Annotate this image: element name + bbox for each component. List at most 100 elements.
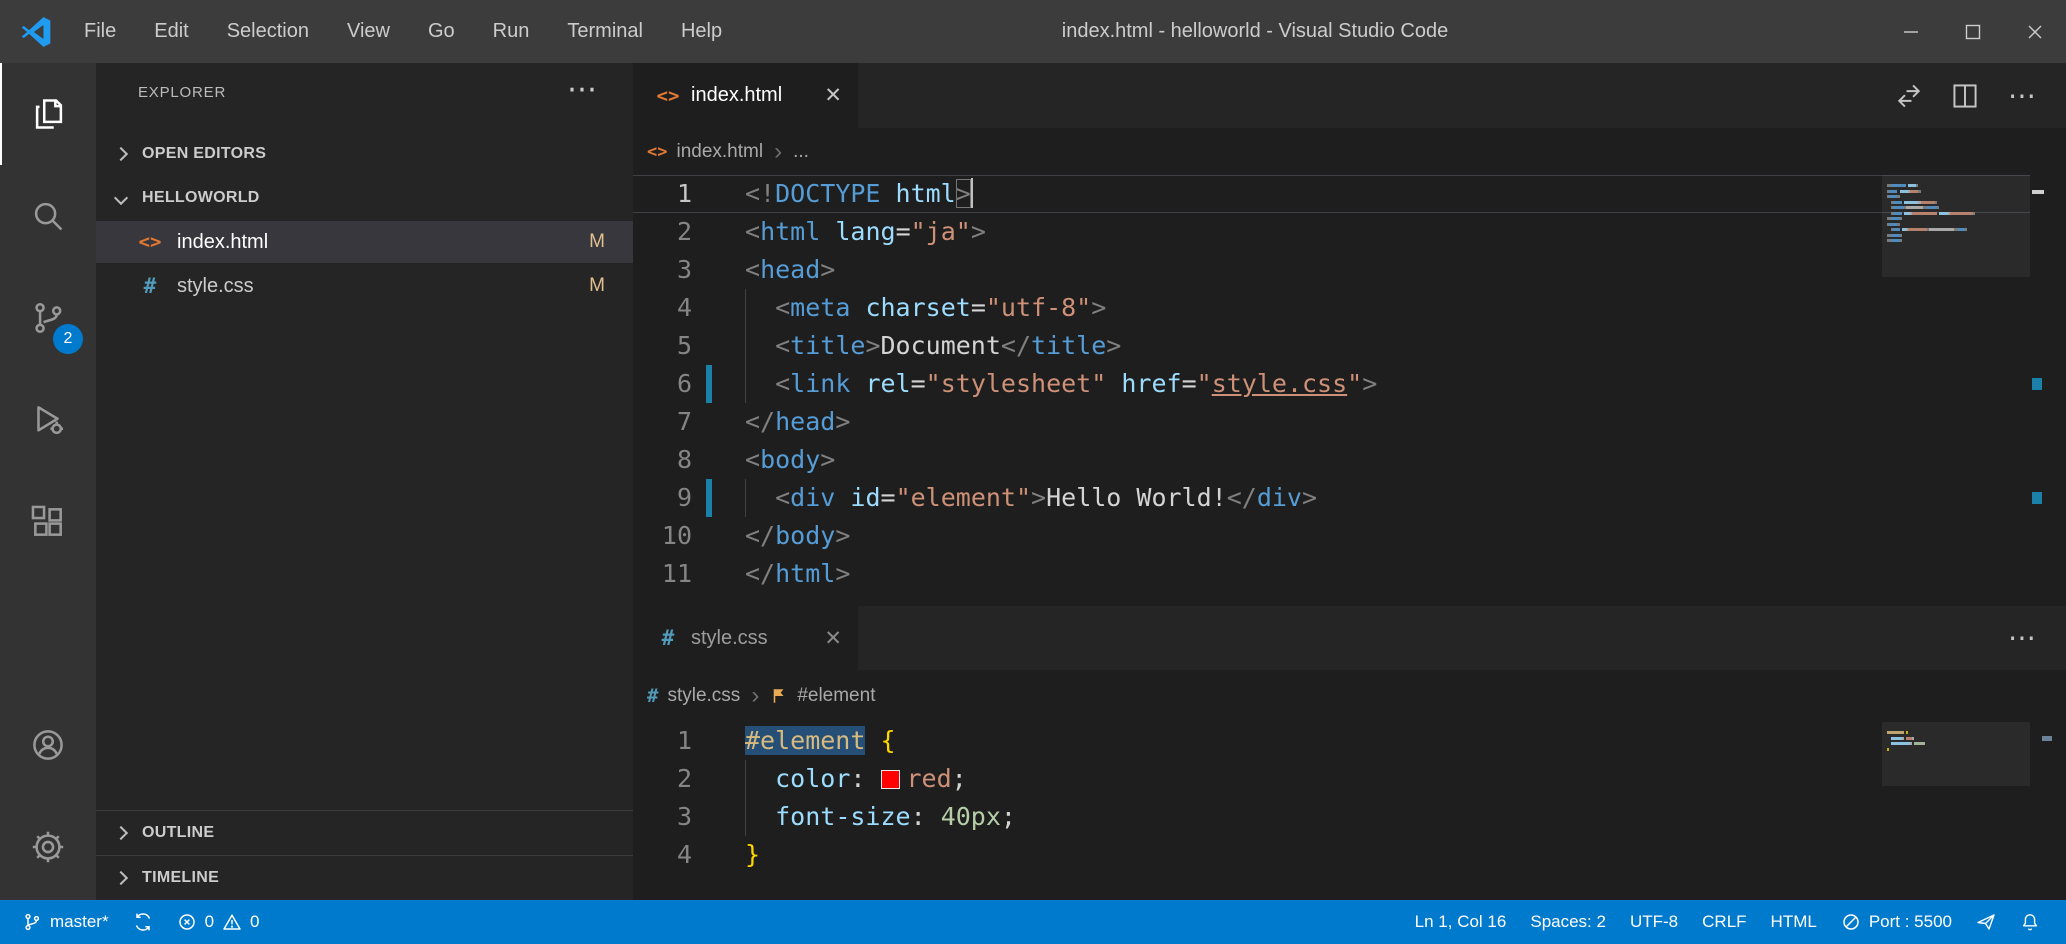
code-line[interactable]: 2 color: red; — [633, 760, 2030, 798]
file-item-index-html[interactable]: <> index.html M — [96, 221, 633, 263]
code-token: 40px — [941, 802, 1001, 831]
tab-close-icon[interactable]: ✕ — [824, 83, 842, 108]
feedback-button[interactable] — [1964, 900, 2008, 944]
minimap-token — [1939, 212, 1947, 215]
code-token: title — [790, 331, 865, 360]
activity-settings[interactable] — [0, 796, 96, 898]
chevron-right-icon — [114, 871, 128, 885]
sidebar-title: EXPLORER — [138, 84, 226, 101]
menu-view[interactable]: View — [328, 0, 409, 63]
problems-status[interactable]: 0 0 — [165, 900, 272, 944]
sync-changes-button[interactable] — [121, 900, 165, 944]
activity-extensions[interactable] — [0, 471, 96, 573]
gutter-modified-indicator — [692, 479, 745, 517]
activity-search[interactable] — [0, 165, 96, 267]
tab-close-icon[interactable]: ✕ — [824, 626, 842, 651]
code-line[interactable]: 4 <meta charset="utf-8"> — [633, 289, 2030, 327]
code-token: < — [775, 331, 790, 360]
eol-status[interactable]: CRLF — [1690, 900, 1758, 944]
activity-explorer[interactable] — [0, 63, 96, 165]
indentation-status[interactable]: Spaces: 2 — [1518, 900, 1618, 944]
branch-name: master* — [50, 912, 109, 932]
code-line[interactable]: 2<html lang="ja"> — [633, 213, 2030, 251]
code-line[interactable]: 1<!DOCTYPE html> — [633, 175, 2030, 213]
more-actions-icon[interactable]: ⋯ — [2008, 628, 2036, 648]
breadcrumb-item-symbol[interactable]: #element — [797, 685, 875, 707]
code-token: { — [880, 726, 895, 755]
activity-accounts[interactable] — [0, 694, 96, 796]
menu-go[interactable]: Go — [409, 0, 474, 63]
minimap-token — [1900, 234, 1902, 237]
menu-edit[interactable]: Edit — [135, 0, 207, 63]
code-line[interactable]: 6 <link rel="stylesheet" href="style.css… — [633, 365, 2030, 403]
minimap-token — [1965, 228, 1967, 231]
section-open-editors[interactable]: OPEN EDITORS — [96, 133, 633, 175]
code-line[interactable]: 3<head> — [633, 251, 2030, 289]
line-number: 10 — [633, 517, 692, 555]
language-mode-status[interactable]: HTML — [1759, 900, 1829, 944]
menu-help[interactable]: Help — [662, 0, 741, 63]
gutter — [692, 722, 745, 760]
git-branch-status[interactable]: master* — [10, 900, 121, 944]
color-swatch[interactable] — [881, 770, 900, 789]
minimap-token — [1891, 217, 1899, 220]
maximize-button[interactable] — [1942, 0, 2004, 63]
code-line[interactable]: 7</head> — [633, 403, 2030, 441]
breadcrumb-item-symbol[interactable]: ... — [793, 141, 809, 163]
notifications-button[interactable] — [2008, 900, 2052, 944]
code-lines-top[interactable]: 1<!DOCTYPE html>2<html lang="ja">3<head>… — [633, 175, 2030, 606]
code-token: "ja" — [911, 217, 971, 246]
sidebar-explorer: EXPLORER ⋯ OPEN EDITORS HELLOWORLD <> in… — [96, 63, 633, 900]
code-token: ; — [1001, 802, 1016, 831]
minimap-top[interactable] — [1882, 175, 2030, 606]
code-line[interactable]: 3 font-size: 40px; — [633, 798, 2030, 836]
file-item-style-css[interactable]: # style.css M — [96, 265, 633, 307]
minimize-button[interactable] — [1880, 0, 1942, 63]
breadcrumb-item-file[interactable]: style.css — [667, 685, 740, 707]
menu-file[interactable]: File — [65, 0, 135, 63]
code-token: </ — [745, 559, 775, 588]
code-line[interactable]: 8<body> — [633, 441, 2030, 479]
gutter — [692, 517, 745, 555]
section-folder-helloworld[interactable]: HELLOWORLD — [96, 177, 633, 219]
code-line[interactable]: 5 <title>Document</title> — [633, 327, 2030, 365]
code-line[interactable]: 9 <div id="element">Hello World!</div> — [633, 479, 2030, 517]
section-timeline[interactable]: TIMELINE — [96, 855, 633, 900]
activity-source-control[interactable]: 2 — [0, 267, 96, 369]
status-bar-right: Ln 1, Col 16 Spaces: 2 UTF-8 CRLF HTML P… — [1403, 900, 2052, 944]
cursor-position-status[interactable]: Ln 1, Col 16 — [1403, 900, 1519, 944]
minimap-bottom[interactable] — [1882, 722, 2030, 900]
section-outline[interactable]: OUTLINE — [96, 810, 633, 855]
live-server-port-status[interactable]: Port : 5500 — [1829, 900, 1964, 944]
minimap-token — [1908, 184, 1916, 187]
sync-icon — [133, 912, 153, 932]
split-editor-icon[interactable] — [1952, 83, 1978, 109]
more-actions-icon[interactable]: ⋯ — [2008, 86, 2036, 106]
code-token: Hello World! — [1046, 483, 1227, 512]
menu-selection[interactable]: Selection — [208, 0, 328, 63]
explorer-more-actions-icon[interactable]: ⋯ — [567, 61, 597, 119]
minimap-token — [1906, 206, 1923, 209]
search-icon — [29, 197, 67, 235]
activity-run-debug[interactable] — [0, 369, 96, 471]
code-line[interactable]: 4} — [633, 836, 2030, 874]
breadcrumb-item-file[interactable]: index.html — [676, 141, 763, 163]
code-line[interactable]: 11</html> — [633, 555, 2030, 593]
open-changes-icon[interactable] — [1896, 83, 1922, 109]
minimap-token — [1910, 190, 1918, 193]
minimap-token — [1891, 234, 1899, 237]
tab-index-html[interactable]: <> index.html ✕ — [633, 63, 858, 128]
code-lines-bottom[interactable]: 1#element {2 color: red;3 font-size: 40p… — [633, 722, 2030, 900]
code-line[interactable]: 1#element { — [633, 722, 2030, 760]
code-line[interactable]: 10</body> — [633, 517, 2030, 555]
tab-style-css[interactable]: # style.css ✕ — [633, 606, 858, 670]
menu-terminal[interactable]: Terminal — [548, 0, 662, 63]
minimap-line — [1887, 239, 2030, 245]
code-token: Document — [881, 331, 1001, 360]
encoding-status[interactable]: UTF-8 — [1618, 900, 1690, 944]
menu-bar: File Edit Selection View Go Run Terminal… — [65, 0, 741, 63]
close-window-button[interactable] — [2004, 0, 2066, 63]
overview-ruler-modified-mark — [2032, 492, 2042, 504]
menu-run[interactable]: Run — [474, 0, 549, 63]
code-text: <body> — [745, 441, 835, 479]
